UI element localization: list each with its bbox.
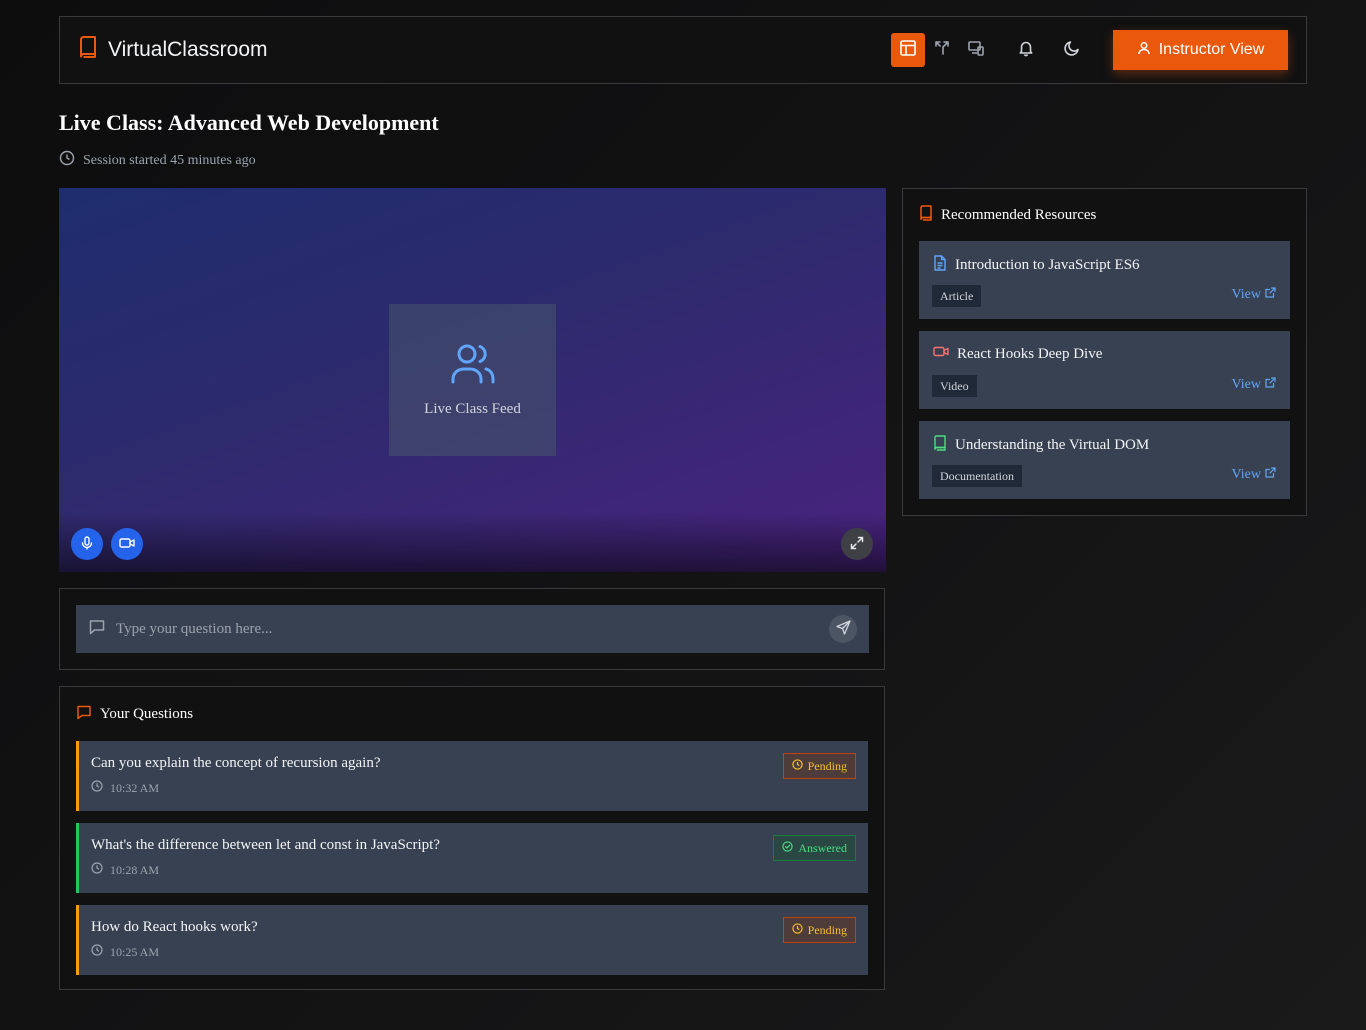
view-link-label: View — [1231, 287, 1261, 302]
resource-title: Introduction to JavaScript ES6 — [955, 257, 1140, 273]
theme-toggle-button[interactable] — [1055, 33, 1089, 67]
status-badge-label: Pending — [807, 758, 847, 773]
question-time-text: 10:28 AM — [110, 862, 160, 877]
book-icon — [933, 435, 947, 456]
split-icon — [933, 39, 951, 61]
resource-item[interactable]: React Hooks Deep Dive Video View — [919, 331, 1290, 409]
view-resource-link[interactable]: View — [1232, 467, 1276, 483]
brand-name: VirtualClassroom — [108, 38, 268, 61]
users-icon — [450, 342, 496, 391]
view-resource-link[interactable]: View — [1232, 287, 1276, 303]
camera-button[interactable] — [111, 528, 143, 560]
instructor-view-label: Instructor View — [1158, 41, 1265, 58]
video-icon — [933, 345, 949, 363]
resource-item[interactable]: Introduction to JavaScript ES6 Article V… — [919, 241, 1290, 319]
video-controls-shade — [59, 512, 886, 572]
external-link-icon — [1265, 377, 1276, 393]
your-questions-panel: Your Questions Can you explain the conce… — [59, 686, 885, 990]
live-video-panel[interactable]: Live Class Feed — [59, 188, 886, 572]
external-link-icon — [1265, 467, 1276, 483]
session-status: Session started 45 minutes ago — [59, 150, 256, 171]
question-time-text: 10:25 AM — [110, 944, 160, 959]
clock-icon — [91, 780, 103, 796]
resources-header: Recommended Resources — [919, 189, 1290, 241]
microphone-button[interactable] — [71, 528, 103, 560]
resource-type-tag: Documentation — [932, 465, 1022, 487]
page-title: Live Class: Advanced Web Development — [59, 110, 439, 135]
question-time: 10:28 AM — [91, 862, 856, 878]
clock-icon — [791, 758, 803, 774]
document-icon — [933, 255, 947, 276]
view-resource-link[interactable]: View — [1232, 377, 1276, 393]
clock-icon — [59, 150, 75, 171]
live-feed-placeholder: Live Class Feed — [389, 304, 556, 456]
send-question-button[interactable] — [829, 615, 857, 643]
moon-icon — [1063, 39, 1081, 61]
question-text: Can you explain the concept of recursion… — [91, 755, 381, 771]
question-time: 10:25 AM — [91, 944, 856, 960]
camera-icon — [119, 535, 135, 554]
notifications-button[interactable] — [1009, 33, 1043, 67]
status-badge: Pending — [782, 753, 856, 779]
view-link-label: View — [1231, 467, 1261, 482]
book-icon — [78, 36, 98, 64]
microphone-icon — [80, 535, 94, 554]
live-feed-label: Live Class Feed — [424, 401, 521, 417]
question-item[interactable]: What's the difference between let and co… — [76, 823, 868, 893]
resource-type-tag: Article — [932, 285, 982, 307]
clock-icon — [791, 922, 803, 938]
fullscreen-button[interactable] — [841, 528, 873, 560]
resource-title: React Hooks Deep Dive — [957, 345, 1103, 362]
chat-icon — [88, 618, 106, 640]
status-badge-label: Pending — [807, 922, 847, 937]
resource-item[interactable]: Understanding the Virtual DOM Documentat… — [919, 421, 1290, 499]
recommended-resources-panel: Recommended Resources Introduction to Ja… — [902, 188, 1307, 516]
status-badge: Answered — [773, 835, 856, 861]
question-input-wrapper — [76, 605, 869, 653]
external-link-icon — [1265, 287, 1276, 303]
question-item[interactable]: Can you explain the concept of recursion… — [76, 741, 868, 811]
book-icon — [919, 204, 933, 226]
view-link-label: View — [1231, 377, 1261, 392]
instructor-view-button[interactable]: Instructor View — [1113, 30, 1288, 70]
question-time-text: 10:32 AM — [110, 780, 160, 795]
brand-logo[interactable]: VirtualClassroom — [78, 36, 268, 64]
resource-title: Understanding the Virtual DOM — [955, 437, 1150, 453]
split-button[interactable] — [925, 33, 959, 67]
status-badge: Pending — [782, 917, 856, 943]
your-questions-header: Your Questions — [76, 687, 868, 741]
question-item[interactable]: How do React hooks work? 10:25 AM Pendin… — [76, 905, 868, 975]
check-circle-icon — [782, 840, 794, 856]
layout-icon — [899, 39, 917, 61]
layout-button[interactable] — [891, 33, 925, 67]
question-text: How do React hooks work? — [91, 919, 258, 935]
clock-icon — [91, 944, 103, 960]
top-bar: VirtualClassroom Instructor View — [59, 16, 1307, 84]
expand-icon — [850, 535, 864, 554]
question-input[interactable] — [116, 620, 819, 638]
resources-heading: Recommended Resources — [941, 206, 1097, 223]
message-icon — [76, 704, 92, 725]
question-composer — [59, 588, 885, 670]
question-text: What's the difference between let and co… — [91, 837, 440, 853]
bell-icon — [1017, 39, 1035, 61]
resource-type-tag: Video — [932, 375, 977, 397]
your-questions-heading: Your Questions — [100, 705, 194, 722]
session-status-text: Session started 45 minutes ago — [83, 152, 256, 168]
devices-button[interactable] — [959, 33, 993, 67]
status-badge-label: Answered — [798, 840, 847, 855]
devices-icon — [967, 39, 985, 61]
user-icon — [1137, 41, 1151, 60]
clock-icon — [91, 862, 103, 878]
question-time: 10:32 AM — [91, 780, 856, 796]
send-icon — [835, 619, 851, 639]
